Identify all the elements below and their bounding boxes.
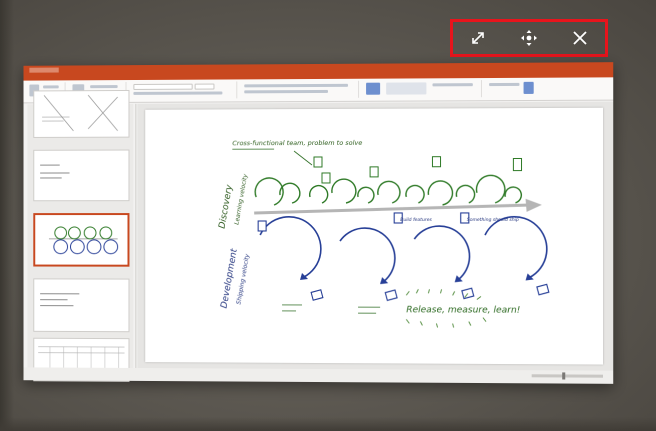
- zoom-slider[interactable]: [532, 374, 603, 377]
- development-book-icons: [258, 213, 549, 301]
- close-button[interactable]: [565, 23, 595, 53]
- ribbon-group-drawing: [360, 80, 482, 98]
- zoom-thumb[interactable]: [562, 372, 565, 379]
- designer-button[interactable]: [524, 82, 534, 94]
- shapes-button[interactable]: [366, 83, 380, 95]
- powerpoint-window: Cross-functional team, problem to solve …: [24, 62, 614, 384]
- slide-sketch: Cross-functional team, problem to solve …: [145, 108, 603, 365]
- release-measure-learn-text: Release, measure, learn!: [406, 305, 520, 316]
- font-name-select[interactable]: [133, 84, 192, 90]
- ribbon-group-font: [127, 81, 237, 98]
- cut-button[interactable]: [43, 85, 59, 88]
- window-controls: [450, 19, 608, 57]
- shape-gallery[interactable]: [386, 82, 426, 94]
- move-button[interactable]: [514, 23, 544, 53]
- development-loops: [260, 217, 547, 282]
- wall-shadow: [0, 0, 14, 431]
- label-discovery: Discovery: [217, 183, 235, 229]
- label-discovery-sub: Learning velocity: [233, 173, 249, 225]
- font-format-buttons[interactable]: [133, 91, 222, 94]
- discovery-loops: [255, 175, 521, 205]
- font-size-select[interactable]: [195, 84, 215, 90]
- ribbon-group-editing: [483, 80, 544, 97]
- align-buttons[interactable]: [244, 90, 328, 93]
- slide-thumbnail[interactable]: [33, 150, 129, 202]
- slide-thumbnail[interactable]: [33, 90, 129, 138]
- development-arrowheads: [300, 273, 534, 285]
- expand-icon: [469, 29, 487, 47]
- thumbnail-drawing: [35, 215, 127, 265]
- timeline-arrow: [254, 205, 536, 213]
- pane-splitter[interactable]: [135, 104, 136, 378]
- timeline-arrowhead: [526, 199, 542, 212]
- find-button[interactable]: [489, 83, 519, 86]
- list-buttons[interactable]: [244, 84, 348, 88]
- move-icon: [520, 29, 538, 47]
- thumbnail-line: [40, 165, 60, 166]
- thumbnail-drawing: [34, 91, 128, 137]
- thumbnail-line: [40, 172, 69, 173]
- expand-button[interactable]: [463, 23, 493, 53]
- layout-button[interactable]: [90, 85, 118, 88]
- thumbnail-line: [40, 177, 62, 178]
- slide-thumbnail-pane: [27, 104, 133, 378]
- arrange-buttons[interactable]: [432, 83, 472, 86]
- floor-shadow: [0, 417, 656, 431]
- note-build-features: Build features: [400, 217, 432, 223]
- annotation-top-text: Cross-functional team, problem to solve: [232, 139, 362, 147]
- close-icon: [571, 29, 589, 47]
- ribbon-group-paragraph: [238, 81, 359, 99]
- slide-thumbnail-selected[interactable]: [33, 213, 129, 267]
- thumbnail-line: [40, 293, 79, 294]
- slide-editor: Cross-functional team, problem to solve …: [137, 102, 613, 371]
- current-slide[interactable]: Cross-functional team, problem to solve …: [145, 108, 603, 365]
- thumbnail-line: [40, 305, 73, 306]
- thumbnail-line: [40, 299, 67, 300]
- slide-thumbnail[interactable]: [33, 278, 129, 332]
- note-something-ship: Something should ship: [467, 217, 519, 223]
- quick-access-toolbar[interactable]: [29, 68, 58, 73]
